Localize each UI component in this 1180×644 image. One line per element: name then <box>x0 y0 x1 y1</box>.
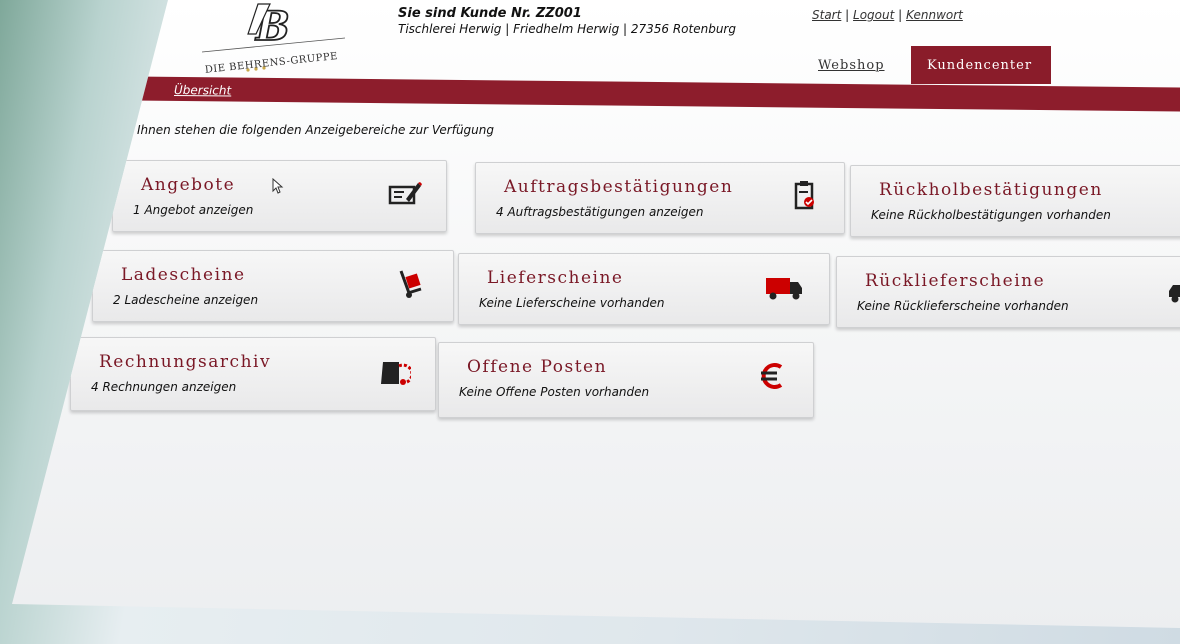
top-links: Start | Logout | Kennwort <box>812 8 963 22</box>
start-link[interactable]: Start <box>812 8 841 22</box>
edit-document-icon <box>388 182 422 205</box>
tile-title: Lieferscheine <box>487 268 624 288</box>
tab-kundencenter[interactable]: Kundencenter <box>911 46 1051 84</box>
customer-info: Sie sind Kunde Nr. ZZ001 Tischlerei Herw… <box>398 6 736 36</box>
tile-subtitle: 4 Auftragsbestätigungen anzeigen <box>496 205 704 219</box>
tile-title: Angebote <box>141 175 236 195</box>
invoice-archive-icon <box>381 362 411 385</box>
tile-auftragsbestaetigungen[interactable]: Auftragsbestätigungen 4 Auftragsbestätig… <box>475 162 845 234</box>
intro-text: Ihnen stehen die folgenden Anzeigebereic… <box>137 123 495 137</box>
tile-title: Rücklieferscheine <box>865 271 1046 291</box>
euro-icon <box>761 363 783 389</box>
tile-subtitle: Keine Rücklieferscheine vorhanden <box>857 299 1069 313</box>
tile-subtitle: 2 Ladescheine anzeigen <box>113 293 259 307</box>
tile-title: Offene Posten <box>467 357 608 377</box>
logout-link[interactable]: Logout <box>853 8 894 22</box>
tile-lieferscheine[interactable]: Lieferscheine Keine Lieferscheine vorhan… <box>458 253 830 325</box>
tile-offene-posten[interactable]: Offene Posten Keine Offene Posten vorhan… <box>438 342 814 418</box>
tile-angebote[interactable]: Angebote 1 Angebot anzeigen <box>112 160 447 232</box>
svg-text:DIE BEHRENS-GRUPPE: DIE BEHRENS-GRUPPE <box>204 51 338 76</box>
return-icon <box>1161 184 1180 214</box>
tile-title: Rückholbestätigungen <box>879 180 1103 200</box>
tile-rueckholbestaetigungen[interactable]: Rückholbestätigungen Keine Rückholbestät… <box>850 165 1180 237</box>
customer-number: Sie sind Kunde Nr. ZZ001 <box>398 6 582 21</box>
tile-title: Ladescheine <box>121 265 246 285</box>
hand-truck-icon <box>399 270 422 298</box>
tab-webshop[interactable]: Webshop <box>818 58 885 73</box>
behrens-logo[interactable]: B DIE BEHRENS-GRUPPE <box>200 0 350 80</box>
tile-subtitle: 4 Rechnungen anzeigen <box>91 380 237 394</box>
return-truck-icon <box>1169 285 1180 303</box>
tile-ladescheine[interactable]: Ladescheine 2 Ladescheine anzeigen <box>92 250 454 322</box>
tile-rechnungsarchiv[interactable]: Rechnungsarchiv 4 Rechnungen anzeigen <box>70 337 436 411</box>
clipboard-check-icon <box>794 181 814 210</box>
password-link[interactable]: Kennwort <box>906 8 963 22</box>
company-line: Tischlerei Herwig | Friedhelm Herwig | 2… <box>398 22 736 36</box>
customer-center-page: B DIE BEHRENS-GRUPPE Sie sind Kunde Nr. … <box>12 0 1180 628</box>
tile-subtitle: Keine Rückholbestätigungen vorhanden <box>871 208 1111 222</box>
overview-link[interactable]: Übersicht <box>174 83 231 98</box>
tile-title: Auftragsbestätigungen <box>504 177 734 197</box>
tile-subtitle: Keine Lieferscheine vorhanden <box>479 296 665 310</box>
tile-title: Rechnungsarchiv <box>99 352 272 372</box>
tile-ruecklieferscheine[interactable]: Rücklieferscheine Keine Rücklieferschein… <box>836 256 1180 328</box>
truck-icon <box>766 278 802 300</box>
mouse-cursor-icon <box>272 178 284 194</box>
tile-subtitle: 1 Angebot anzeigen <box>133 203 254 217</box>
tile-subtitle: Keine Offene Posten vorhanden <box>459 385 650 399</box>
